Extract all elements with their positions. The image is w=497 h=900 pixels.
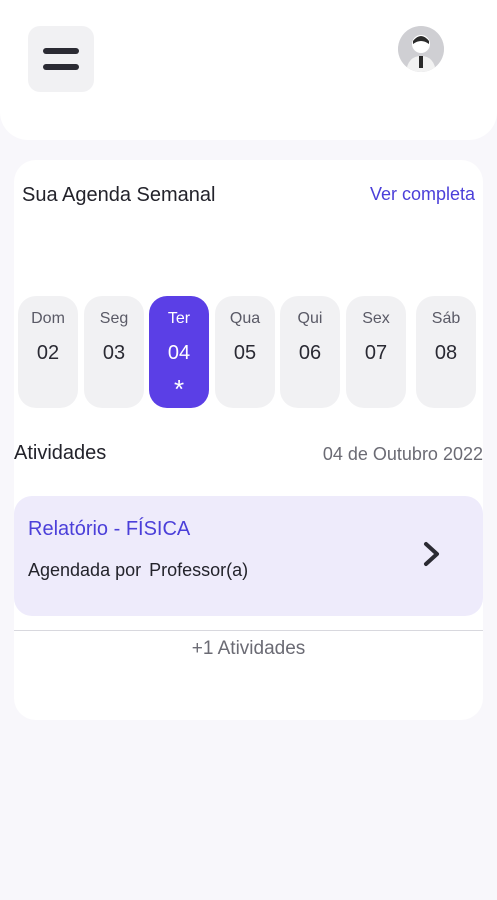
agenda-title: Sua Agenda Semanal (22, 184, 216, 206)
day-dom[interactable]: Dom 02 (18, 296, 78, 408)
app-header (0, 0, 497, 140)
day-sab[interactable]: Sáb 08 (416, 296, 476, 408)
day-number: 03 (102, 342, 126, 364)
day-number: 02 (36, 342, 60, 364)
divider (14, 630, 483, 631)
day-number: 07 (364, 342, 388, 364)
day-name: Sex (362, 310, 390, 327)
day-number: 04 (167, 342, 191, 364)
activity-marker-icon: * (173, 374, 185, 404)
day-name: Dom (31, 310, 65, 327)
scheduled-by-value: Professor(a) (149, 560, 249, 580)
activity-scheduled-by: Agendada por Professor(a) (28, 560, 248, 581)
chevron-right-icon (424, 542, 439, 566)
day-name: Qui (297, 310, 323, 327)
day-qui[interactable]: Qui 06 (280, 296, 340, 408)
activities-heading: Atividades (14, 442, 107, 464)
menu-button[interactable] (28, 26, 94, 92)
user-avatar-icon (398, 26, 444, 72)
activities-date: 04 de Outubro 2022 (322, 444, 483, 464)
day-number: 08 (434, 342, 458, 364)
avatar[interactable] (398, 26, 444, 72)
activity-title: Relatório - FÍSICA (28, 518, 191, 540)
day-seg[interactable]: Seg 03 (84, 296, 144, 408)
weekly-agenda-card: Sua Agenda Semanal Ver completa Dom 02 S… (14, 160, 483, 720)
see-full-link[interactable]: Ver completa (370, 184, 475, 205)
scheduled-by-label: Agendada por (28, 560, 142, 580)
day-qua[interactable]: Qua 05 (215, 296, 275, 408)
more-activities-link[interactable]: +1 Atividades (14, 638, 483, 660)
day-ter[interactable]: Ter 04 * (149, 296, 209, 408)
activity-item[interactable]: Relatório - FÍSICA Agendada por Professor… (14, 496, 483, 616)
day-name: Seg (99, 310, 129, 327)
day-sex[interactable]: Sex 07 (346, 296, 406, 408)
week-day-selector: Dom 02 Seg 03 Ter 04 * Qua 05 Qui 06 Sex… (18, 296, 483, 408)
hamburger-menu-icon (43, 48, 79, 70)
day-number: 06 (298, 342, 322, 364)
day-name: Qua (229, 310, 261, 327)
day-number: 05 (233, 342, 257, 364)
day-name: Sáb (431, 310, 461, 327)
day-name: Ter (167, 310, 191, 327)
